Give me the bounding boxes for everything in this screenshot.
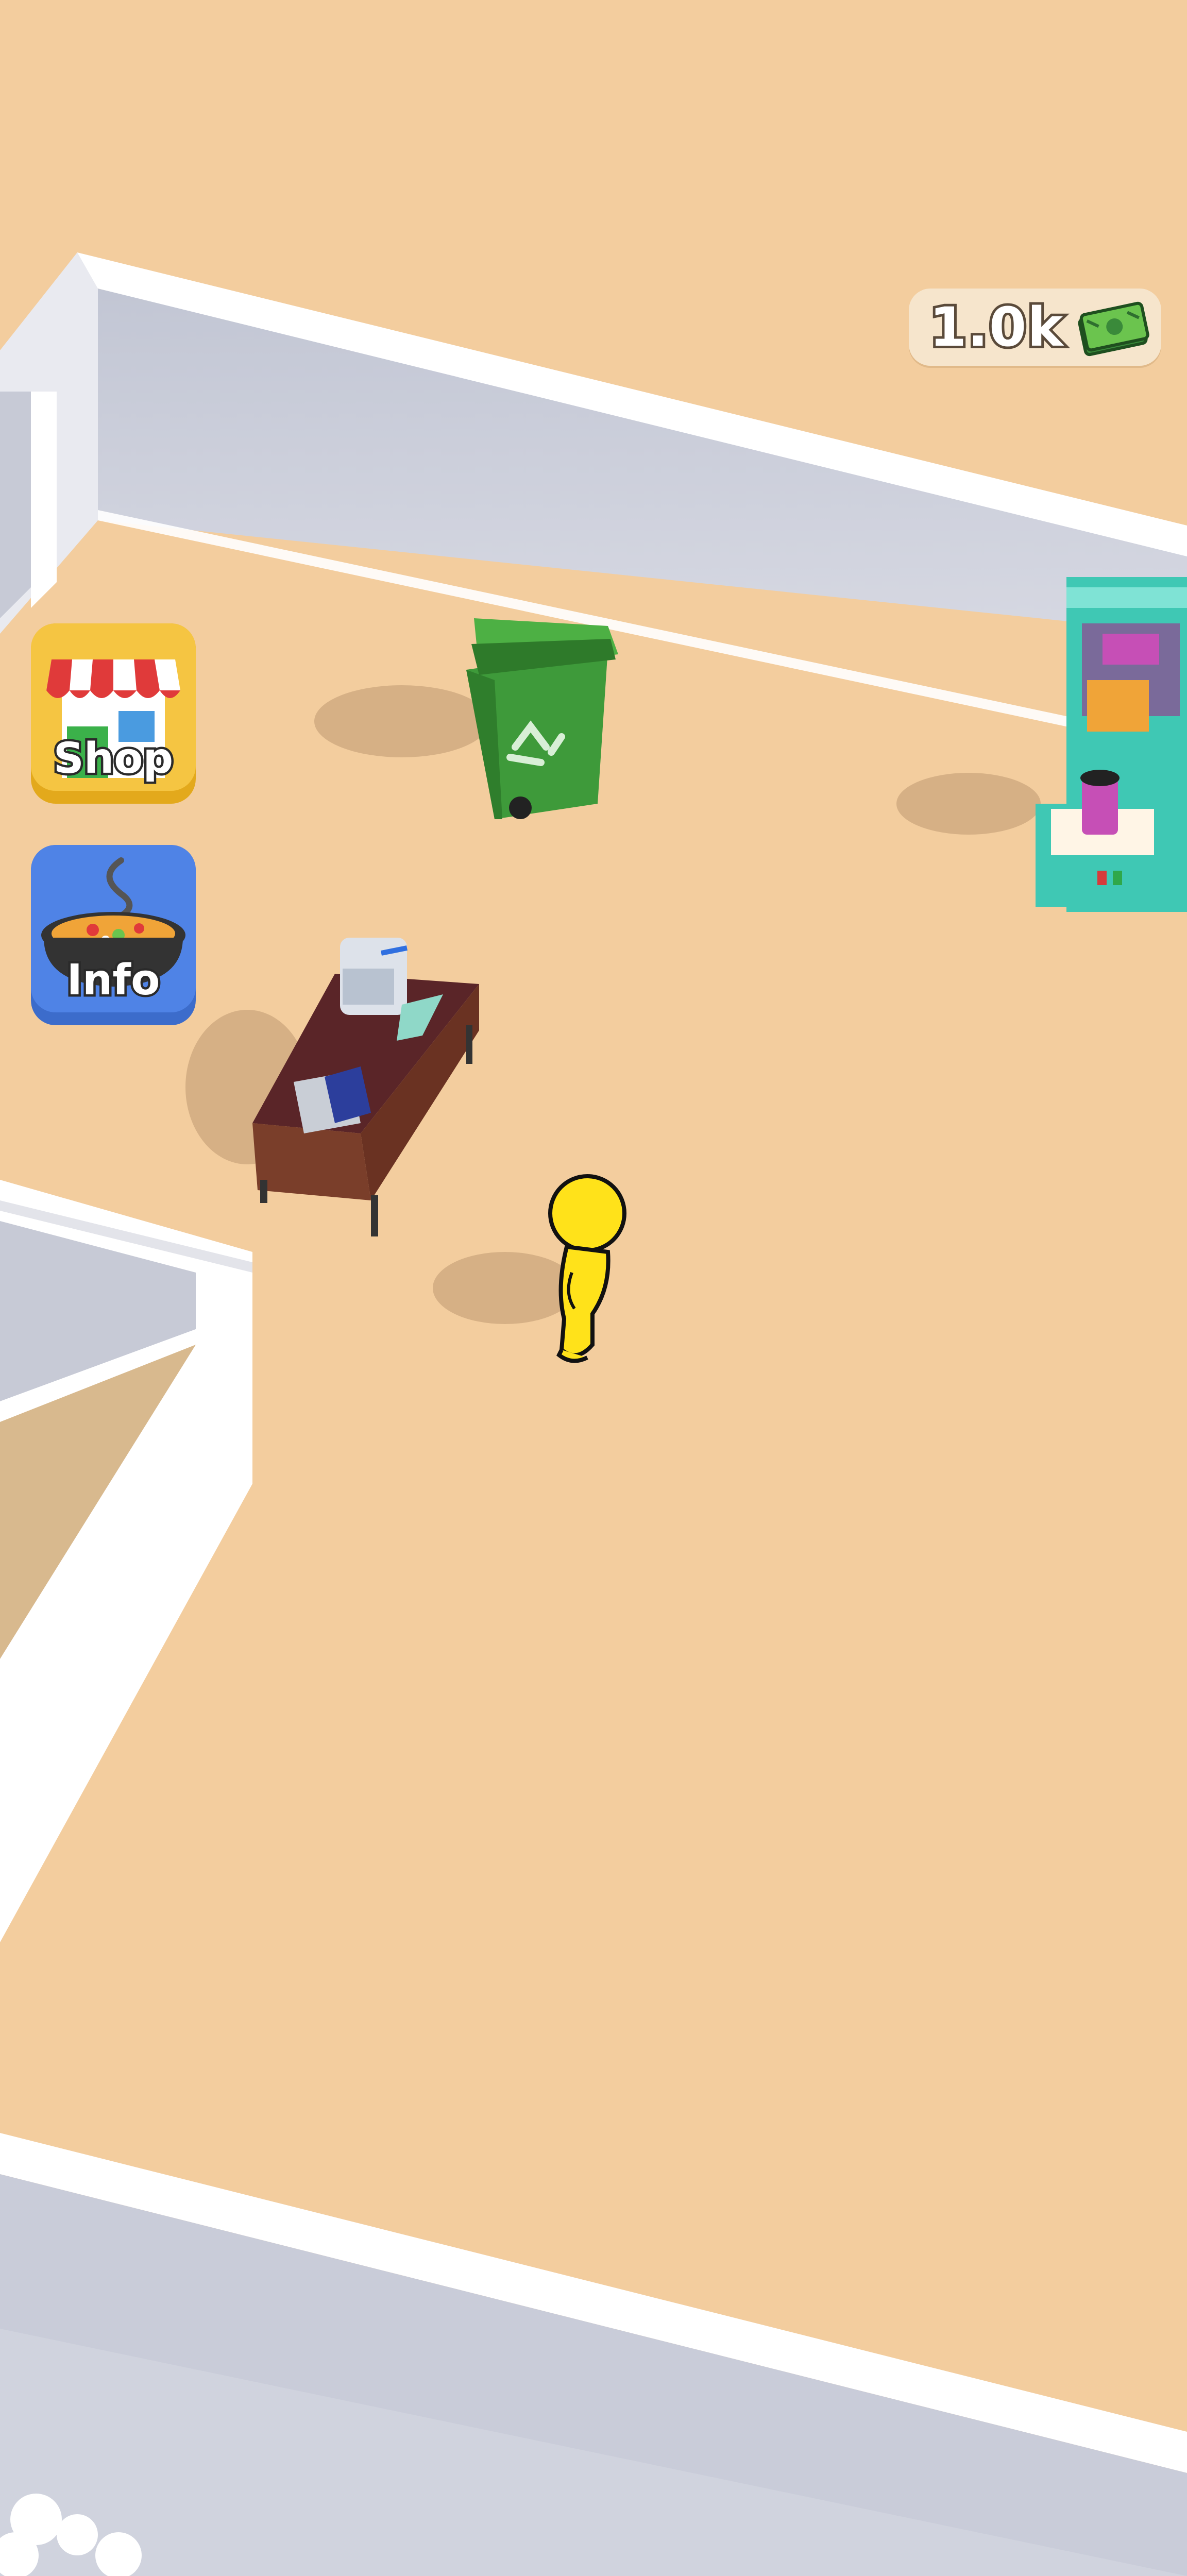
info-label: Info bbox=[64, 954, 162, 1007]
money-counter: 1.0k bbox=[909, 289, 1161, 366]
cash-stack-icon bbox=[1078, 301, 1149, 357]
shop-label: Shop bbox=[51, 732, 175, 786]
shop-button[interactable]: Shop bbox=[31, 623, 196, 804]
info-button[interactable]: Info bbox=[31, 845, 196, 1025]
money-amount: 1.0k bbox=[927, 293, 1065, 361]
game-scene[interactable] bbox=[0, 0, 1187, 2576]
